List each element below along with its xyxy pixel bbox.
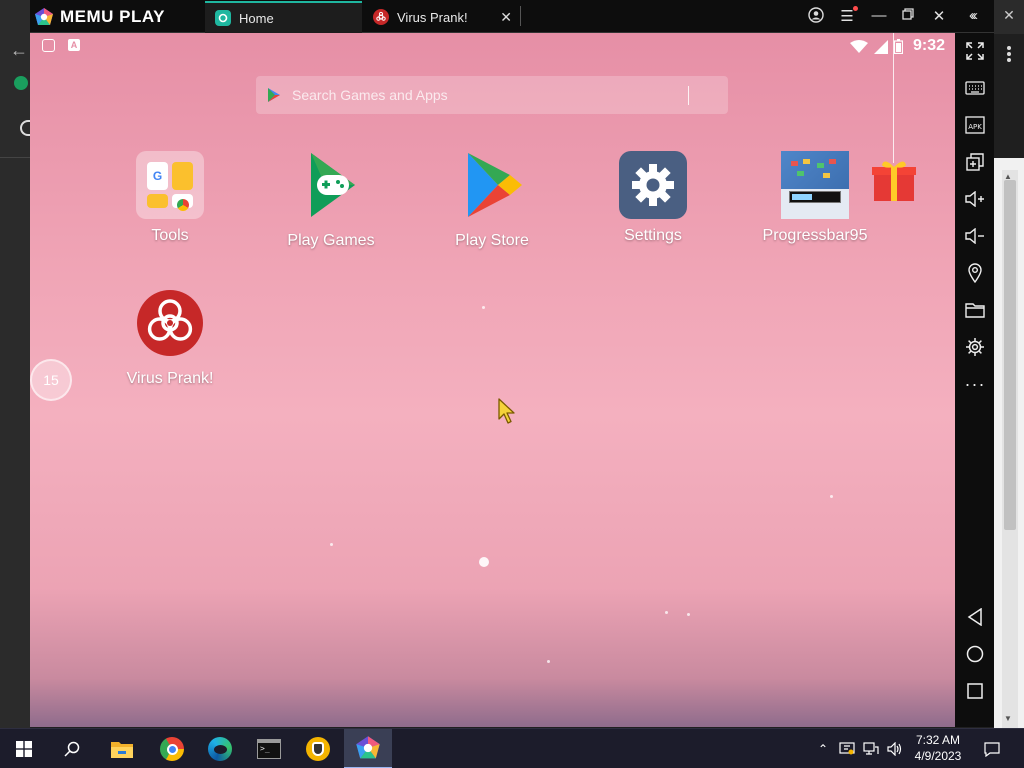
taskbar-clock[interactable]: 7:32 AM 4/9/2023: [904, 732, 972, 764]
collapse-sidebar-icon[interactable]: ‹‹‹: [961, 7, 983, 24]
search-caret: [688, 86, 689, 105]
memu-logo-icon: [35, 8, 53, 25]
app-label: Tools: [151, 227, 189, 244]
keyboard-icon[interactable]: [962, 75, 988, 101]
more-icon[interactable]: [1007, 46, 1011, 50]
terminal-icon[interactable]: >_: [245, 729, 293, 768]
tray-network-icon[interactable]: [860, 729, 882, 768]
gear-icon[interactable]: [962, 334, 988, 360]
android-statusbar: A 9:32: [30, 33, 955, 59]
tab-virus-prank[interactable]: Virus Prank! ✕: [363, 1, 520, 33]
close-icon[interactable]: ✕: [994, 0, 1024, 34]
app-progressbar95[interactable]: Progressbar95: [745, 151, 885, 245]
extension-icon[interactable]: [14, 76, 28, 90]
apk-icon[interactable]: APK: [962, 112, 988, 138]
timer-badge[interactable]: 15: [30, 359, 72, 401]
minimize-icon[interactable]: —: [868, 7, 890, 24]
memu-titlebar: MEMU PLAY Home Virus Prank! ✕ ☰ — ✕ ‹‹‹: [30, 0, 994, 33]
app-label: Settings: [624, 227, 682, 244]
app-play-games[interactable]: Play Games: [261, 151, 401, 250]
tab-label: Home: [239, 10, 274, 26]
brand-name: MEMU PLAY: [60, 7, 165, 26]
cursor-icon: [498, 398, 515, 424]
app-label: Progressbar95: [762, 227, 868, 244]
fullscreen-icon[interactable]: [962, 38, 988, 64]
svg-text:APK: APK: [968, 123, 982, 131]
memu-icon[interactable]: [344, 729, 392, 768]
account-icon[interactable]: [805, 7, 827, 27]
desktop: { "window": { "brand": "MEMU PLAY", "tab…: [0, 0, 1024, 768]
tray-chevron-icon[interactable]: ⌃: [812, 729, 834, 768]
edge-icon[interactable]: [196, 729, 244, 768]
background-browser-left: ←: [0, 0, 30, 728]
signal-icon: [874, 39, 888, 54]
volume-up-icon[interactable]: [962, 186, 988, 212]
back-arrow-icon[interactable]: ←: [10, 40, 28, 61]
page-indicator: [479, 557, 489, 567]
tray-security-icon[interactable]: [836, 729, 858, 768]
scroll-down-icon[interactable]: ▼: [1004, 714, 1012, 723]
back-icon[interactable]: [962, 604, 988, 630]
tab-close-icon[interactable]: ✕: [500, 9, 512, 26]
windows-start-icon[interactable]: [0, 729, 48, 768]
notification-icon[interactable]: [978, 729, 1006, 768]
multi-instance-icon[interactable]: [962, 149, 988, 175]
app-label: Play Games: [287, 232, 375, 249]
keyboard-a-icon: A: [68, 39, 80, 51]
status-clock: 9:32: [912, 37, 945, 54]
app-label: Virus Prank!: [126, 370, 214, 387]
restore-icon[interactable]: [897, 7, 919, 24]
more-icon[interactable]: ···: [962, 371, 988, 397]
shield-icon: [42, 39, 55, 52]
vpn-shield-icon[interactable]: [294, 729, 342, 768]
recents-icon[interactable]: [962, 678, 988, 704]
location-icon[interactable]: [962, 260, 988, 286]
chrome-icon[interactable]: [148, 729, 196, 768]
wifi-icon: [850, 39, 868, 53]
folder-icon[interactable]: [962, 297, 988, 323]
play-store-mini-icon: [268, 88, 280, 102]
gift-string: [893, 33, 894, 163]
app-label: Play Store: [455, 232, 529, 249]
search-placeholder: Search Games and Apps: [292, 87, 448, 103]
biohazard-icon: [373, 9, 389, 25]
windows-taskbar: >_ ⌃ 7:32 AM 4/9/2023: [0, 728, 1024, 768]
tools-folder-icon: G: [136, 151, 204, 219]
biohazard-icon: [137, 290, 203, 356]
home-tab-icon: [215, 10, 231, 26]
play-store-icon: [468, 153, 522, 217]
app-play-store[interactable]: Play Store: [422, 151, 562, 250]
clock-date: 4/9/2023: [914, 749, 962, 763]
app-settings[interactable]: Settings: [583, 151, 723, 245]
close-icon[interactable]: ✕: [928, 7, 950, 25]
file-explorer-icon[interactable]: [98, 729, 146, 768]
notification-dot: [853, 6, 858, 11]
progressbar95-icon: [781, 151, 849, 219]
memu-side-toolbar: APK ···: [955, 33, 994, 727]
search-icon[interactable]: [48, 729, 96, 768]
background-browser-right: ✕ ▲ ▼: [994, 0, 1024, 730]
battery-icon: [894, 39, 903, 54]
tab-home[interactable]: Home: [205, 1, 362, 33]
memu-brand: MEMU PLAY: [34, 6, 165, 28]
tab-label: Virus Prank!: [397, 9, 468, 25]
app-tools[interactable]: G Tools: [100, 151, 240, 245]
play-games-icon: [311, 153, 355, 217]
app-virus-prank[interactable]: Virus Prank!: [100, 289, 240, 388]
tray-volume-icon[interactable]: [884, 729, 906, 768]
search-bar[interactable]: Search Games and Apps: [256, 76, 728, 114]
scrollbar-thumb[interactable]: [1004, 180, 1016, 530]
clock-time: 7:32 AM: [915, 733, 961, 747]
home-icon[interactable]: [962, 641, 988, 667]
settings-gear-icon: [619, 151, 687, 219]
volume-down-icon[interactable]: [962, 223, 988, 249]
android-home-screen: A 9:32 Search Games and Apps G Tools Pla…: [30, 33, 955, 727]
